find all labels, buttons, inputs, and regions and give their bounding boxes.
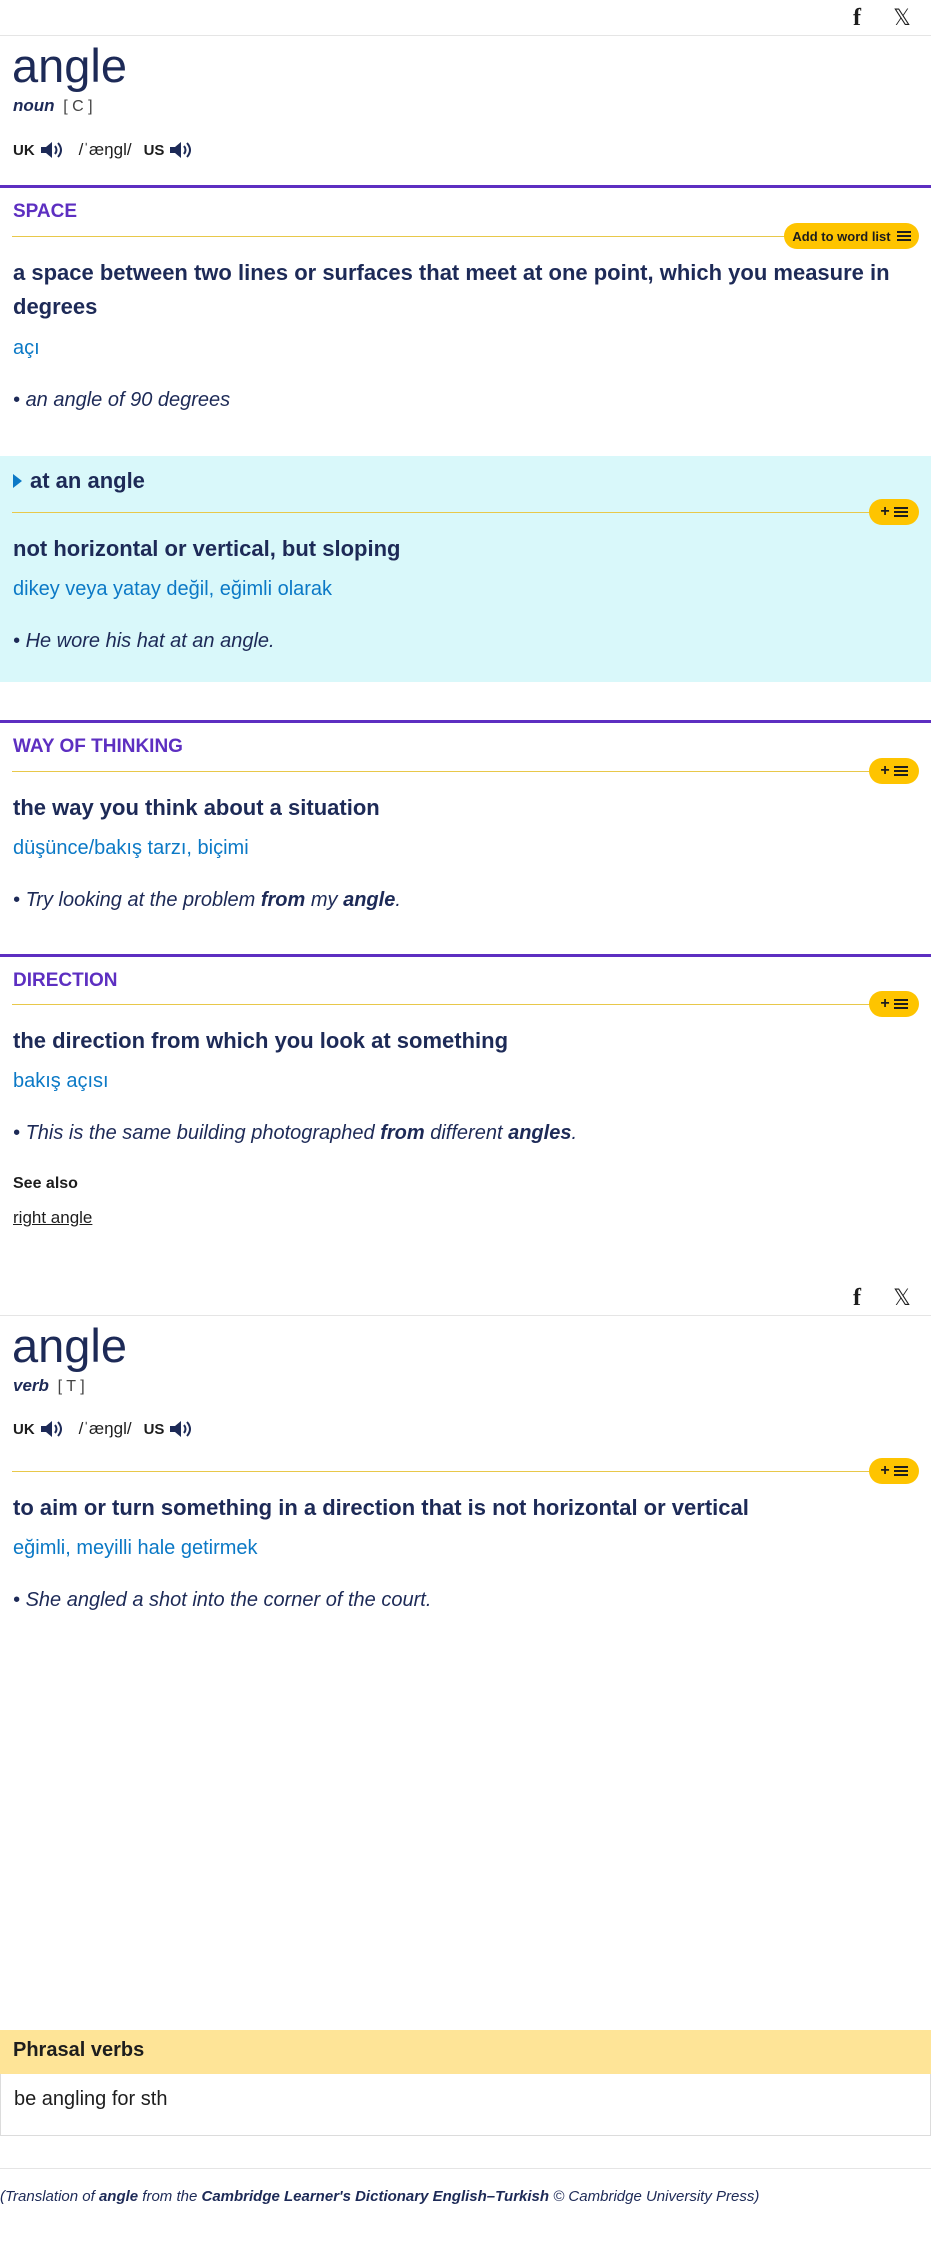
us-speaker-icon[interactable] [168, 139, 194, 161]
uk-label: UK [13, 1420, 35, 1438]
grammar-code: [ T ] [57, 1378, 85, 1395]
sense-label-way-of-thinking: WAY OF THINKING [13, 736, 183, 757]
add-to-word-list-button[interactable]: + [869, 758, 919, 784]
sense-label-space: SPACE [13, 201, 78, 222]
part-of-speech: verb [13, 1376, 49, 1395]
translation: düşünce/bakış tarzı, biçimi [13, 837, 249, 859]
see-also-label: See also [13, 1175, 78, 1192]
definition: the way you think about a situation [13, 795, 380, 820]
uk-label: UK [13, 141, 35, 159]
example: • an angle of 90 degrees [13, 389, 231, 411]
sense-divider [12, 1004, 912, 1005]
x-icon[interactable]: 𝕏 [889, 1285, 915, 1311]
phrasal-verbs-heading: Phrasal verbs [0, 2030, 931, 2074]
example: • He wore his hat at an angle. [13, 630, 275, 652]
translation: dikey veya yatay değil, eğimli olarak [13, 578, 333, 600]
headword: angle [12, 39, 127, 92]
uk-speaker-icon[interactable] [39, 139, 65, 161]
share-bar: f 𝕏 [0, 0, 931, 36]
sense-label-direction: DIRECTION [13, 970, 118, 991]
list-icon [893, 765, 908, 777]
attribution: (Translation of angle from the Cambridge… [0, 2188, 760, 2205]
add-to-word-list-button[interactable]: Add to word list [784, 223, 919, 249]
definition: not horizontal or vertical, but sloping [13, 536, 401, 561]
phrase-text: at an angle [30, 468, 145, 493]
part-of-speech-line: noun [ C ] [13, 96, 93, 116]
example: • This is the same building photographed… [13, 1122, 577, 1144]
add-to-word-list-button[interactable]: + [869, 1458, 919, 1484]
add-to-word-list-button[interactable]: + [869, 499, 919, 525]
us-speaker-icon[interactable] [168, 1418, 194, 1440]
sense-divider [12, 1471, 912, 1472]
grammar-code: [ C ] [63, 98, 93, 115]
phrase-title: at an angle [13, 468, 145, 494]
sense-divider [12, 771, 912, 772]
translation: bakış açısı [13, 1070, 109, 1092]
us-label: US [143, 1420, 165, 1438]
add-to-word-list-button[interactable]: + [869, 991, 919, 1017]
list-icon [893, 1465, 908, 1477]
list-icon [896, 230, 911, 242]
facebook-icon[interactable]: f [844, 5, 870, 31]
list-icon [893, 998, 908, 1010]
sense-divider [12, 236, 912, 237]
x-icon[interactable]: 𝕏 [889, 5, 915, 31]
sense-divider [12, 512, 912, 513]
part-of-speech-line: verb [ T ] [13, 1376, 85, 1396]
definition: the direction from which you look at som… [13, 1028, 509, 1053]
ipa: /ˈæŋɡl/ [78, 140, 132, 159]
headword: angle [12, 1319, 127, 1372]
pronunciation: UK /ˈæŋɡl/ US [13, 1416, 208, 1442]
add-to-word-list-label: Add to word list [792, 228, 891, 244]
us-label: US [143, 141, 165, 159]
example: • She angled a shot into the corner of t… [13, 1589, 432, 1611]
uk-speaker-icon[interactable] [39, 1418, 65, 1440]
section-divider [0, 185, 931, 188]
section-divider [0, 720, 931, 723]
pronunciation: UK /ˈæŋɡl/ US [13, 137, 208, 163]
share-bar: f 𝕏 [0, 1280, 931, 1316]
definition: to aim or turn something in a direction … [13, 1495, 749, 1520]
list-icon [893, 506, 908, 518]
part-of-speech: noun [13, 96, 55, 115]
definition: a space between two lines or surfaces th… [13, 260, 890, 319]
section-divider [0, 954, 931, 957]
translation: açı [13, 337, 40, 359]
ipa: /ˈæŋɡl/ [78, 1419, 132, 1438]
example: • Try looking at the problem from my ang… [13, 889, 401, 911]
facebook-icon[interactable]: f [844, 1285, 870, 1311]
phrasal-verbs-list: be angling for sth [0, 2074, 931, 2136]
footer-divider [0, 2168, 931, 2169]
translation: eğimli, meyilli hale getirmek [13, 1537, 258, 1559]
expand-triangle-icon[interactable] [13, 474, 22, 488]
see-also-link[interactable]: right angle [13, 1208, 92, 1228]
phrasal-verb-link[interactable]: be angling for sth [14, 2088, 167, 2110]
